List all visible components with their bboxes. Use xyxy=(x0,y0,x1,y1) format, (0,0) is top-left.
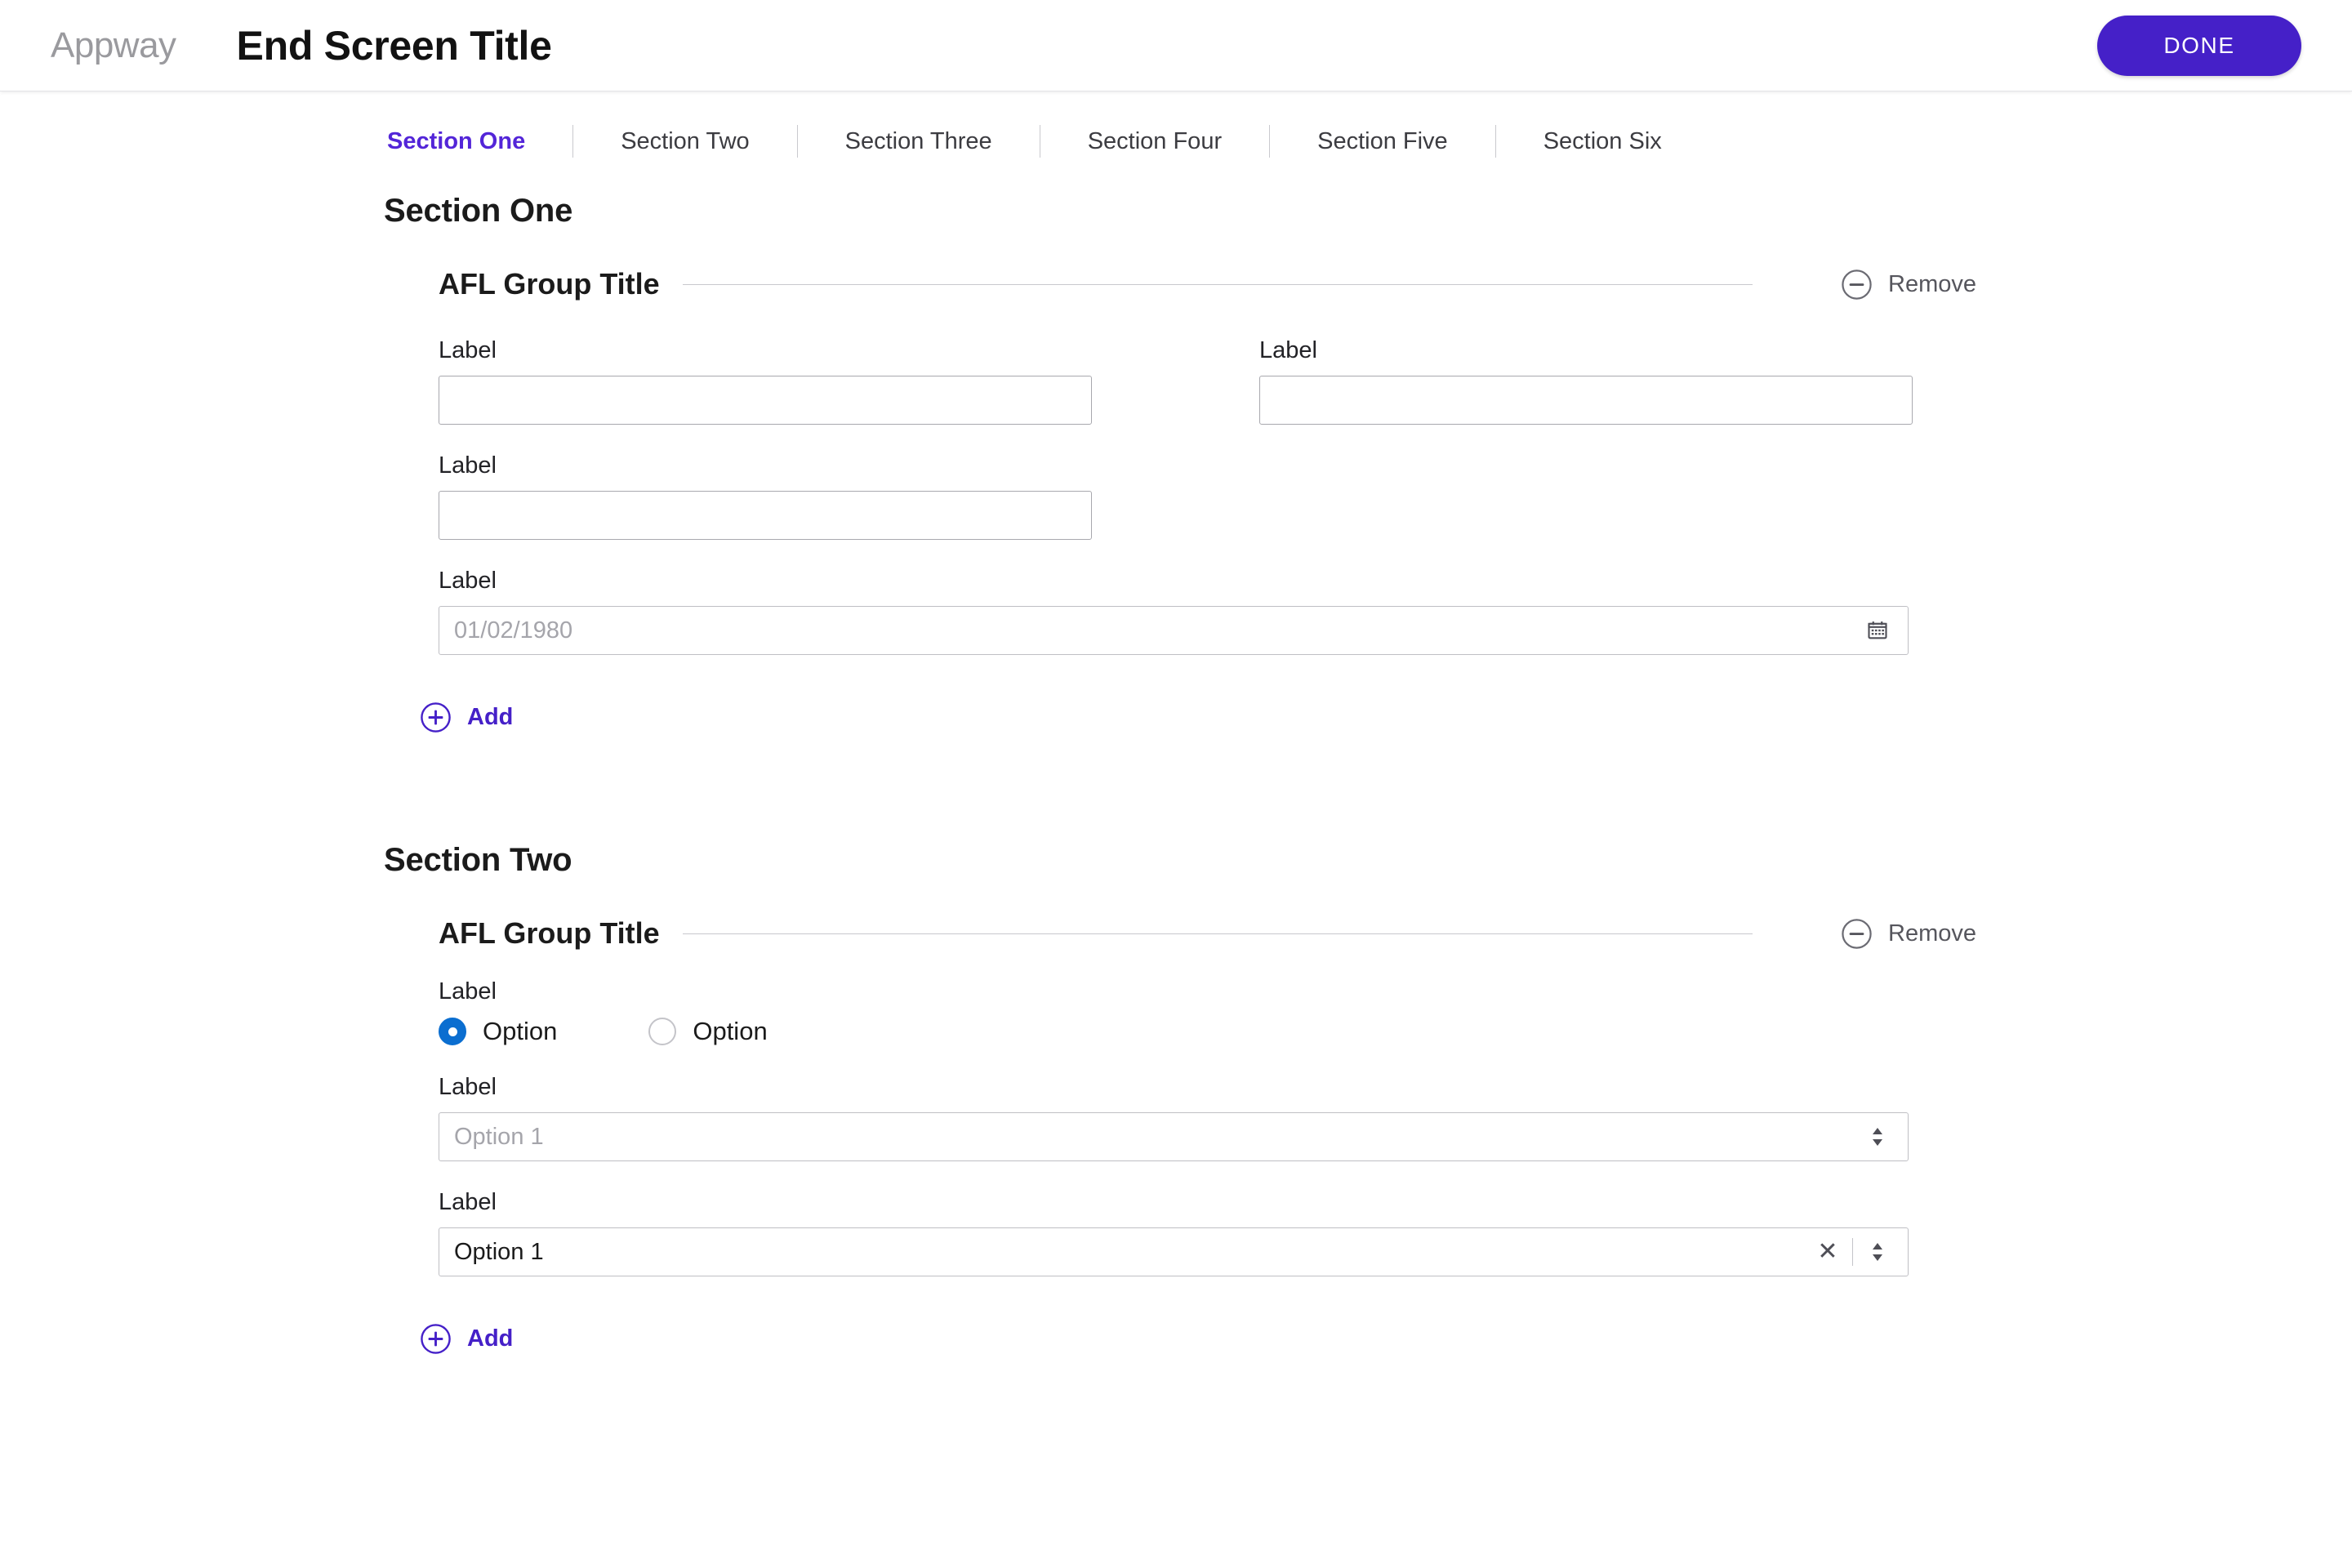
field-label-select-1: Label xyxy=(439,1074,497,1100)
field-row: Label xyxy=(439,425,2352,540)
select-1-wrapper xyxy=(439,1112,1909,1161)
stepper-arrows-icon xyxy=(1873,1128,1882,1146)
field-group-select-2: Label ✕ xyxy=(439,1189,2352,1276)
calendar-button[interactable] xyxy=(1860,606,1895,655)
section-two-heading: Section Two xyxy=(384,842,572,878)
remove-group-button[interactable]: Remove xyxy=(1840,268,1976,301)
radio-button-selected-icon xyxy=(439,1018,466,1045)
group-title: AFL Group Title xyxy=(439,267,660,301)
tab-divider xyxy=(796,125,798,158)
calendar-icon xyxy=(1868,621,1887,639)
done-button[interactable]: DONE xyxy=(2097,15,2301,76)
field-label-3: Label xyxy=(439,452,497,479)
text-input-2[interactable] xyxy=(1259,376,1913,425)
tab-section-six[interactable]: Section Six xyxy=(1540,128,1665,155)
tab-divider xyxy=(1494,125,1496,158)
tab-section-three[interactable]: Section Three xyxy=(842,128,996,155)
brand-logo: Appway xyxy=(51,24,176,65)
field-label-1: Label xyxy=(439,337,497,363)
field-group-select-1: Label xyxy=(439,1074,2352,1161)
remove-group-label: Remove xyxy=(1888,920,1976,947)
radio-option-1-label: Option xyxy=(483,1017,558,1045)
select-2-wrapper: ✕ xyxy=(439,1227,1909,1276)
field-label-date: Label xyxy=(439,568,497,594)
group-rule xyxy=(682,283,1753,285)
select-2-stepper-button[interactable] xyxy=(1860,1227,1895,1276)
text-input-3[interactable] xyxy=(439,491,1092,540)
add-group-button-two[interactable]: Add xyxy=(419,1322,513,1356)
tab-section-one[interactable]: Section One xyxy=(384,128,528,155)
column-gap xyxy=(1092,310,1259,425)
app-header: Appway End Screen Title DONE xyxy=(0,0,2352,91)
section-two-group: AFL Group Title Remove Label Option Opti… xyxy=(421,916,2352,1356)
group-header: AFL Group Title Remove xyxy=(439,267,2352,301)
add-group-label: Add xyxy=(467,704,514,730)
remove-group-button[interactable]: Remove xyxy=(1840,917,1976,951)
select-2-adornments: ✕ xyxy=(1810,1227,1895,1276)
group-header: AFL Group Title Remove xyxy=(439,916,2352,951)
add-group-button-one[interactable]: Add xyxy=(419,701,513,734)
circle-minus-icon xyxy=(1842,269,1872,300)
date-input-wrapper xyxy=(439,606,1909,655)
field-group-date: Label xyxy=(439,568,2352,655)
section-one-heading: Section One xyxy=(384,193,573,229)
group-title: AFL Group Title xyxy=(439,916,660,950)
field-label-radio: Label xyxy=(439,978,497,1004)
tab-section-four[interactable]: Section Four xyxy=(1085,128,1225,155)
date-adornments xyxy=(1860,606,1895,655)
tab-section-five[interactable]: Section Five xyxy=(1314,128,1451,155)
section-one: Section One AFL Group Title Remove Label xyxy=(0,193,2352,734)
select-1-adornments xyxy=(1860,1112,1895,1161)
section-two: Section Two AFL Group Title Remove Label xyxy=(0,842,2352,1356)
field-group-1: Label xyxy=(439,337,1092,425)
text-input-1[interactable] xyxy=(439,376,1092,425)
tab-divider xyxy=(572,125,574,158)
radio-option-2[interactable]: Option xyxy=(648,1017,768,1046)
circle-plus-icon xyxy=(421,1324,451,1354)
stepper-arrows-icon xyxy=(1873,1243,1882,1261)
field-label-select-2: Label xyxy=(439,1189,497,1215)
field-group-2: Label xyxy=(1259,337,1913,425)
section-one-fields: Label Label Label Label 01/02/1980 xyxy=(439,310,2352,655)
page-title: End Screen Title xyxy=(236,22,552,69)
group-rule xyxy=(682,933,1753,934)
select-2-clear-button[interactable]: ✕ xyxy=(1810,1227,1846,1276)
field-group-radio: Label Option Option xyxy=(439,978,2352,1046)
add-group-label: Add xyxy=(467,1325,514,1352)
form-content: Section One AFL Group Title Remove Label xyxy=(0,193,2352,1454)
select-1-stepper-button[interactable] xyxy=(1860,1112,1895,1161)
radio-dot xyxy=(448,1027,457,1036)
section-two-fields: Label Option Option Label Option 1 Label… xyxy=(439,978,2352,1276)
radio-option-2-label: Option xyxy=(693,1017,768,1045)
select-1-input[interactable] xyxy=(439,1112,1909,1161)
radio-option-1[interactable]: Option xyxy=(439,1017,557,1046)
circle-plus-icon xyxy=(421,702,451,733)
remove-group-label: Remove xyxy=(1888,270,1976,297)
date-input[interactable] xyxy=(439,606,1909,655)
field-row: Label Label xyxy=(439,310,2352,425)
field-label-2: Label xyxy=(1259,337,1317,363)
circle-minus-icon xyxy=(1842,918,1872,949)
clear-x-icon: ✕ xyxy=(1817,1238,1838,1265)
adornment-divider xyxy=(1852,1238,1853,1266)
select-2-input[interactable] xyxy=(439,1227,1909,1276)
radio-button-unselected-icon xyxy=(648,1018,677,1045)
field-group-3: Label xyxy=(439,452,1092,540)
tab-section-two[interactable]: Section Two xyxy=(617,128,752,155)
section-tabs: Section One Section Two Section Three Se… xyxy=(0,106,2352,176)
radio-group: Option Option xyxy=(439,1017,2352,1046)
section-one-group: AFL Group Title Remove Label Label Label… xyxy=(421,267,2352,734)
tab-divider xyxy=(1269,125,1271,158)
